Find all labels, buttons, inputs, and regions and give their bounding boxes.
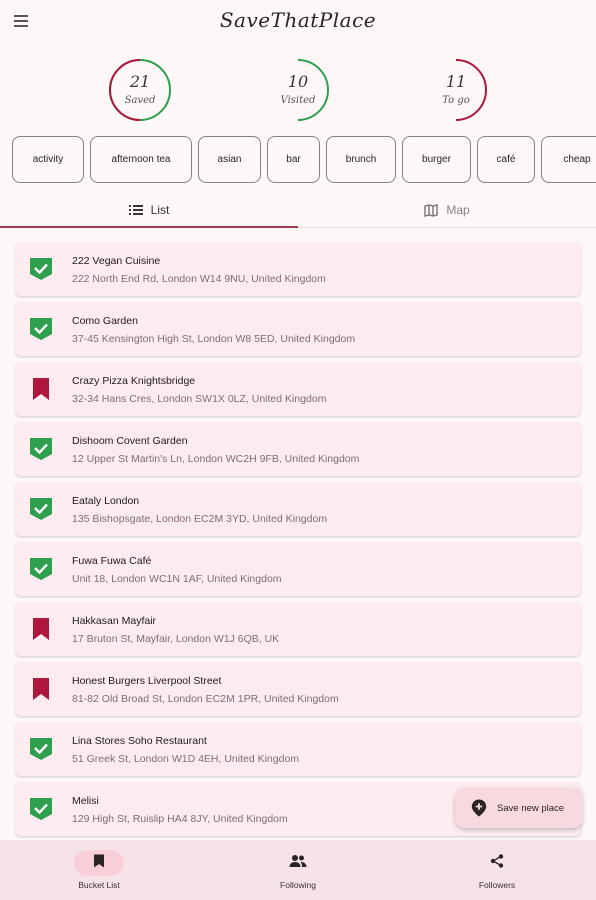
stat-saved: 21 Saved <box>108 58 172 122</box>
chip-asian[interactable]: asian <box>198 136 261 183</box>
nav-following-label: Following <box>280 880 316 890</box>
place-name: Melisi <box>72 795 99 807</box>
list-item[interactable]: Crazy Pizza Knightsbridge 32-34 Hans Cre… <box>15 362 581 416</box>
nav-followers-label: Followers <box>478 880 516 890</box>
save-new-place-button[interactable]: Save new place <box>455 788 583 828</box>
visited-check-icon <box>29 257 53 281</box>
stat-visited: 10 Visited <box>266 58 330 122</box>
to-go-label: To go <box>442 95 470 106</box>
list-item[interactable]: Dishoom Covent Garden 12 Upper St Martin… <box>15 422 581 476</box>
visited-check-icon <box>29 737 53 761</box>
place-address: 129 High St, Ruislip HA4 8JY, United Kin… <box>72 813 288 825</box>
add-location-icon <box>471 799 487 817</box>
list-icon <box>128 204 143 216</box>
visited-check-icon <box>29 557 53 581</box>
chip-cafe[interactable]: café <box>477 136 535 183</box>
nav-icon-wrap <box>472 850 522 876</box>
chip-bar[interactable]: bar <box>267 136 320 183</box>
bookmark-icon <box>29 677 53 701</box>
bookmark-icon <box>29 377 53 401</box>
saved-count: 21 <box>129 72 151 91</box>
place-name: Hakkasan Mayfair <box>72 615 157 627</box>
nav-bucket-list-label: Bucket List <box>78 880 120 890</box>
nav-icon-wrap <box>273 850 323 876</box>
stat-to-go: 11 To go <box>424 58 488 122</box>
tab-map[interactable]: Map <box>298 192 596 228</box>
place-name: Honest Burgers Liverpool Street <box>72 675 222 687</box>
place-name: Dishoom Covent Garden <box>72 435 188 447</box>
place-name: Lina Stores Soho Restaurant <box>72 735 207 747</box>
place-address: 12 Upper St Martin's Ln, London WC2H 9FB… <box>72 453 360 465</box>
place-address: 37-45 Kensington High St, London W8 5ED,… <box>72 333 356 345</box>
list-item[interactable]: 222 Vegan Cuisine 222 North End Rd, Lond… <box>15 242 581 296</box>
list-item[interactable]: Lina Stores Soho Restaurant 51 Greek St,… <box>15 722 581 776</box>
bottom-navigation: Bucket List Following Followers <box>0 840 596 900</box>
share-icon <box>490 853 504 873</box>
list-item[interactable]: Eataly London 135 Bishopsgate, London EC… <box>15 482 581 536</box>
visited-count: 10 <box>287 72 309 91</box>
place-name: Como Garden <box>72 315 138 327</box>
chip-cheap[interactable]: cheap <box>541 136 596 183</box>
visited-check-icon <box>29 437 53 461</box>
place-address: 81-82 Old Broad St, London EC2M 1PR, Uni… <box>72 693 339 705</box>
place-name: 222 Vegan Cuisine <box>72 255 161 267</box>
place-name: Fuwa Fuwa Café <box>72 555 152 567</box>
place-address: 51 Greek St, London W1D 4EH, United King… <box>72 753 300 765</box>
saved-label: Saved <box>124 95 156 106</box>
app-title: SaveThatPlace <box>219 8 377 32</box>
chip-burger[interactable]: burger <box>402 136 471 183</box>
place-address: 135 Bishopsgate, London EC2M 3YD, United… <box>72 513 328 525</box>
active-tab-indicator <box>0 226 298 228</box>
place-address: 17 Bruton St, Mayfair, London W1J 6QB, U… <box>72 633 280 645</box>
tab-list[interactable]: List <box>0 192 298 228</box>
visited-check-icon <box>29 797 53 821</box>
place-address: 32-34 Hans Cres, London SW1X 0LZ, United… <box>72 393 327 405</box>
list-item[interactable]: Como Garden 37-45 Kensington High St, Lo… <box>15 302 581 356</box>
list-item[interactable]: Fuwa Fuwa Café Unit 18, London WC1N 1AF,… <box>15 542 581 596</box>
save-new-place-label: Save new place <box>497 802 565 814</box>
chip-activity[interactable]: activity <box>12 136 84 183</box>
view-tabs: List Map <box>0 192 596 228</box>
tab-list-label: List <box>150 203 170 217</box>
nav-following[interactable]: Following <box>199 840 397 900</box>
app-bar: SaveThatPlace <box>0 0 596 42</box>
visited-check-icon <box>29 317 53 341</box>
place-address: Unit 18, London WC1N 1AF, United Kingdom <box>72 573 282 585</box>
chip-afternoon-tea[interactable]: afternoon tea <box>90 136 192 183</box>
chip-brunch[interactable]: brunch <box>326 136 396 183</box>
place-address: 222 North End Rd, London W14 9NU, United… <box>72 273 326 285</box>
filter-chips: activity afternoon tea asian bar brunch … <box>12 136 596 184</box>
visited-label: Visited <box>280 95 316 106</box>
bookmark-icon <box>93 854 105 873</box>
stats-row: 21 Saved 10 Visited 11 To go <box>0 58 596 122</box>
place-name: Eataly London <box>72 495 140 507</box>
tab-map-label: Map <box>446 203 470 217</box>
people-icon <box>289 854 307 873</box>
visited-check-icon <box>29 497 53 521</box>
nav-bucket-list[interactable]: Bucket List <box>0 840 198 900</box>
list-item[interactable]: Honest Burgers Liverpool Street 81-82 Ol… <box>15 662 581 716</box>
map-icon <box>424 203 439 217</box>
nav-followers[interactable]: Followers <box>398 840 596 900</box>
bookmark-icon <box>29 617 53 641</box>
to-go-count: 11 <box>445 72 467 91</box>
place-name: Crazy Pizza Knightsbridge <box>72 375 196 387</box>
list-item[interactable]: Hakkasan Mayfair 17 Bruton St, Mayfair, … <box>15 602 581 656</box>
nav-active-indicator <box>74 850 124 876</box>
